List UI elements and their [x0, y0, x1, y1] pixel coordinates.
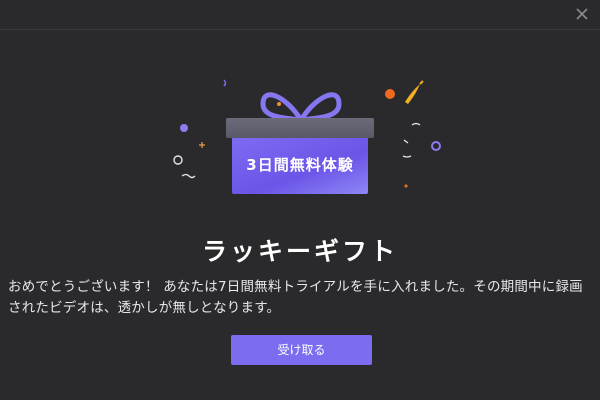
title-bar [0, 0, 600, 30]
receive-button[interactable]: 受け取る [231, 335, 372, 365]
dialog-title: ラッキーギフト [201, 237, 398, 266]
dialog-description: おめでとうございます！ あなたは7日間無料トライアルを手に入れました。その期間中… [8, 279, 583, 316]
gift-box-lid [226, 118, 374, 138]
close-button[interactable] [572, 4, 592, 24]
gift-box: 3日間無料体験 [226, 118, 374, 194]
gift-label: 3日間無料体験 [246, 156, 354, 174]
trial-gift-dialog: 3日間無料体験 ラッキーギフト おめでとうございます！ あなたは7日間無料トライ… [0, 0, 600, 400]
close-icon [576, 8, 588, 20]
